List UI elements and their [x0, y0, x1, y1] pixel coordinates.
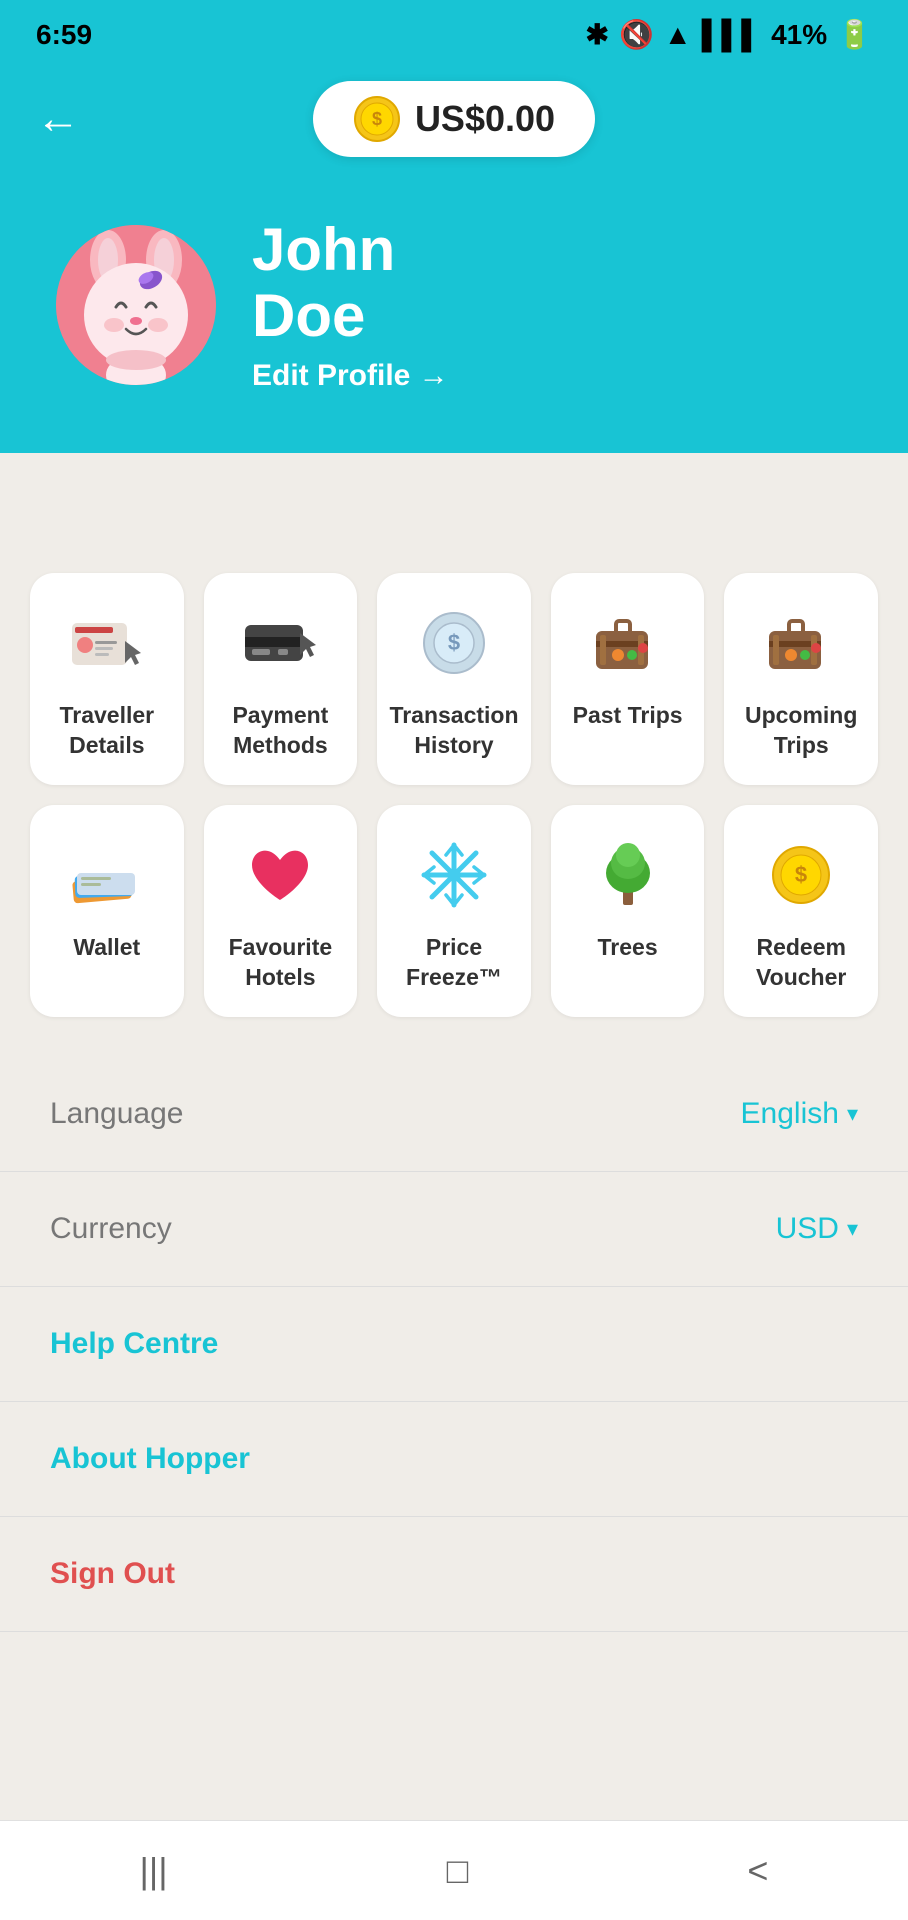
feature-grid: Traveller Details Payment Methods — [30, 573, 878, 1017]
signal-icon: ▌▌▌ — [702, 19, 762, 51]
trees-icon — [588, 835, 668, 915]
profile-section: John Doe Edit Profile → — [36, 197, 872, 453]
grid-item-past-trips[interactable]: Past Trips — [551, 573, 705, 785]
wallet-label: Wallet — [73, 933, 140, 963]
redeem-voucher-label: Redeem Voucher — [734, 933, 868, 993]
svg-text:$: $ — [795, 862, 807, 887]
transaction-history-icon: $ — [414, 603, 494, 683]
svg-text:$: $ — [372, 109, 382, 129]
trees-label: Trees — [598, 933, 658, 963]
payment-methods-label: Payment Methods — [214, 701, 348, 761]
grid-item-payment-methods[interactable]: Payment Methods — [204, 573, 358, 785]
profile-info: John Doe Edit Profile → — [252, 217, 449, 393]
battery-icon: 🔋 — [837, 18, 872, 51]
nav-menu-button[interactable]: ||| — [100, 1840, 208, 1902]
sign-out-link[interactable]: Sign Out — [0, 1517, 908, 1632]
upcoming-trips-label: Upcoming Trips — [734, 701, 868, 761]
wave-divider — [0, 453, 908, 533]
svg-text:$: $ — [448, 630, 460, 655]
username: John Doe — [252, 217, 449, 349]
currency-label: Currency — [50, 1212, 172, 1246]
settings-section: Language English ▾ Currency USD ▾ Help C… — [0, 1047, 908, 1632]
hero-section: ← $ US$0.00 — [0, 61, 908, 453]
status-time: 6:59 — [36, 19, 92, 51]
edit-profile-button[interactable]: Edit Profile → — [252, 359, 449, 393]
battery-text: 41% — [771, 19, 827, 51]
chevron-down-icon-2: ▾ — [847, 1216, 858, 1242]
bottom-nav: ||| □ < — [0, 1820, 908, 1920]
wifi-icon: ▲ — [664, 19, 692, 51]
balance-pill[interactable]: $ US$0.00 — [313, 81, 595, 157]
redeem-voucher-icon: $ — [761, 835, 841, 915]
grid-item-price-freeze[interactable]: Price Freeze™ — [377, 805, 531, 1017]
coin-icon: $ — [353, 95, 401, 143]
grid-item-trees[interactable]: Trees — [551, 805, 705, 1017]
about-hopper-link[interactable]: About Hopper — [0, 1402, 908, 1517]
grid-item-upcoming-trips[interactable]: Upcoming Trips — [724, 573, 878, 785]
price-freeze-label: Price Freeze™ — [387, 933, 521, 993]
favourite-hotels-icon — [240, 835, 320, 915]
transaction-history-label: Transaction History — [387, 701, 521, 761]
nav-back-button[interactable]: < — [707, 1840, 808, 1902]
currency-value: USD ▾ — [776, 1212, 858, 1246]
past-trips-label: Past Trips — [573, 701, 683, 731]
payment-methods-icon — [240, 603, 320, 683]
avatar-image — [56, 225, 216, 385]
traveller-details-icon — [67, 603, 147, 683]
back-button[interactable]: ← — [36, 97, 80, 141]
grid-item-favourite-hotels[interactable]: Favourite Hotels — [204, 805, 358, 1017]
favourite-hotels-label: Favourite Hotels — [214, 933, 348, 993]
mute-icon: 🔇 — [619, 18, 654, 51]
help-centre-link[interactable]: Help Centre — [0, 1287, 908, 1402]
currency-row[interactable]: Currency USD ▾ — [0, 1172, 908, 1287]
grid-item-traveller-details[interactable]: Traveller Details — [30, 573, 184, 785]
language-label: Language — [50, 1097, 183, 1131]
balance-amount: US$0.00 — [415, 98, 555, 140]
avatar — [56, 225, 216, 385]
chevron-down-icon: ▾ — [847, 1101, 858, 1127]
grid-section: Traveller Details Payment Methods — [0, 533, 908, 1047]
grid-item-wallet[interactable]: Wallet — [30, 805, 184, 1017]
traveller-details-label: Traveller Details — [40, 701, 174, 761]
language-value: English ▾ — [741, 1097, 858, 1131]
top-bar: ← $ US$0.00 — [36, 81, 872, 157]
upcoming-trips-icon — [761, 603, 841, 683]
past-trips-icon — [588, 603, 668, 683]
status-right: ✱ 🔇 ▲ ▌▌▌ 41% 🔋 — [586, 18, 873, 51]
grid-item-redeem-voucher[interactable]: $ Redeem Voucher — [724, 805, 878, 1017]
language-row[interactable]: Language English ▾ — [0, 1057, 908, 1172]
status-bar: 6:59 ✱ 🔇 ▲ ▌▌▌ 41% 🔋 — [0, 0, 908, 61]
bluetooth-icon: ✱ — [586, 18, 609, 51]
grid-item-transaction-history[interactable]: $ Transaction History — [377, 573, 531, 785]
nav-home-button[interactable]: □ — [407, 1840, 509, 1902]
wallet-icon — [67, 835, 147, 915]
price-freeze-icon — [414, 835, 494, 915]
